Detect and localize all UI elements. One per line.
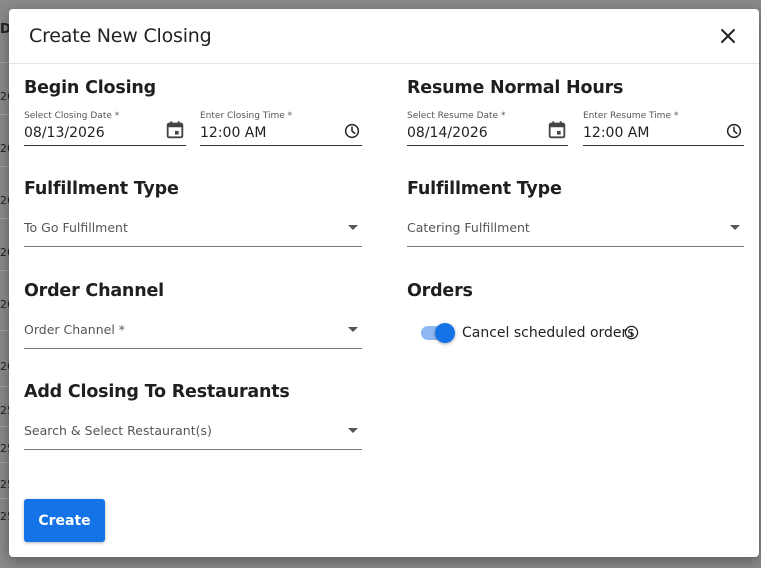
to-go-fulfillment-select[interactable]: To Go Fulfillment: [24, 220, 362, 247]
info-icon[interactable]: [624, 325, 639, 340]
resume-time-field[interactable]: Enter Resume Time * 12:00 AM: [583, 111, 744, 146]
restaurant-select[interactable]: Search & Select Restaurant(s): [24, 423, 362, 450]
calendar-icon[interactable]: [546, 119, 568, 141]
add-closing-restaurants-title: Add Closing To Restaurants: [24, 382, 290, 402]
begin-closing-title: Begin Closing: [24, 78, 156, 98]
restaurant-select-placeholder: Search & Select Restaurant(s): [24, 423, 212, 438]
closing-time-field[interactable]: Enter Closing Time * 12:00 AM: [200, 111, 362, 146]
chevron-down-icon: [348, 225, 358, 230]
closing-date-field[interactable]: Select Closing Date * 08/13/2026: [24, 111, 186, 146]
dialog-title: Create New Closing: [29, 25, 212, 47]
close-button[interactable]: [716, 24, 740, 48]
order-channel-title: Order Channel: [24, 281, 164, 301]
resume-date-label: Select Resume Date *: [407, 111, 506, 121]
resume-hours-title: Resume Normal Hours: [407, 78, 624, 98]
fulfillment-type-title: Fulfillment Type: [407, 179, 562, 199]
toggle-thumb[interactable]: [435, 323, 455, 343]
order-channel-select[interactable]: Order Channel *: [24, 322, 362, 349]
chevron-down-icon: [348, 327, 358, 332]
closing-date-label: Select Closing Date *: [24, 111, 120, 121]
cancel-scheduled-orders-toggle[interactable]: [421, 323, 455, 343]
clock-icon[interactable]: [725, 122, 743, 140]
resume-date-field[interactable]: Select Resume Date * 08/14/2026: [407, 111, 568, 146]
closing-date-value[interactable]: 08/13/2026: [24, 125, 105, 141]
to-go-fulfillment-placeholder: To Go Fulfillment: [24, 220, 128, 235]
calendar-icon[interactable]: [164, 119, 186, 141]
closing-time-value[interactable]: 12:00 AM: [200, 125, 266, 141]
close-icon: [721, 29, 735, 43]
resume-date-value[interactable]: 08/14/2026: [407, 125, 488, 141]
create-button[interactable]: Create: [24, 499, 105, 542]
orders-title: Orders: [407, 281, 473, 301]
order-channel-placeholder: Order Channel *: [24, 322, 126, 337]
cancel-scheduled-orders-label: Cancel scheduled orders: [462, 325, 635, 341]
catering-fulfillment-placeholder: Catering Fulfillment: [407, 220, 530, 235]
closing-time-label: Enter Closing Time *: [200, 111, 293, 121]
catering-fulfillment-select[interactable]: Catering Fulfillment: [407, 220, 744, 247]
chevron-down-icon: [730, 225, 740, 230]
create-closing-dialog: Create New Closing Begin Closing Select …: [9, 9, 759, 557]
clock-icon[interactable]: [343, 122, 361, 140]
dialog-header: Create New Closing: [9, 9, 759, 64]
resume-time-label: Enter Resume Time *: [583, 111, 679, 121]
fulfillment-type-title: Fulfillment Type: [24, 179, 179, 199]
chevron-down-icon: [348, 428, 358, 433]
resume-time-value[interactable]: 12:00 AM: [583, 125, 649, 141]
